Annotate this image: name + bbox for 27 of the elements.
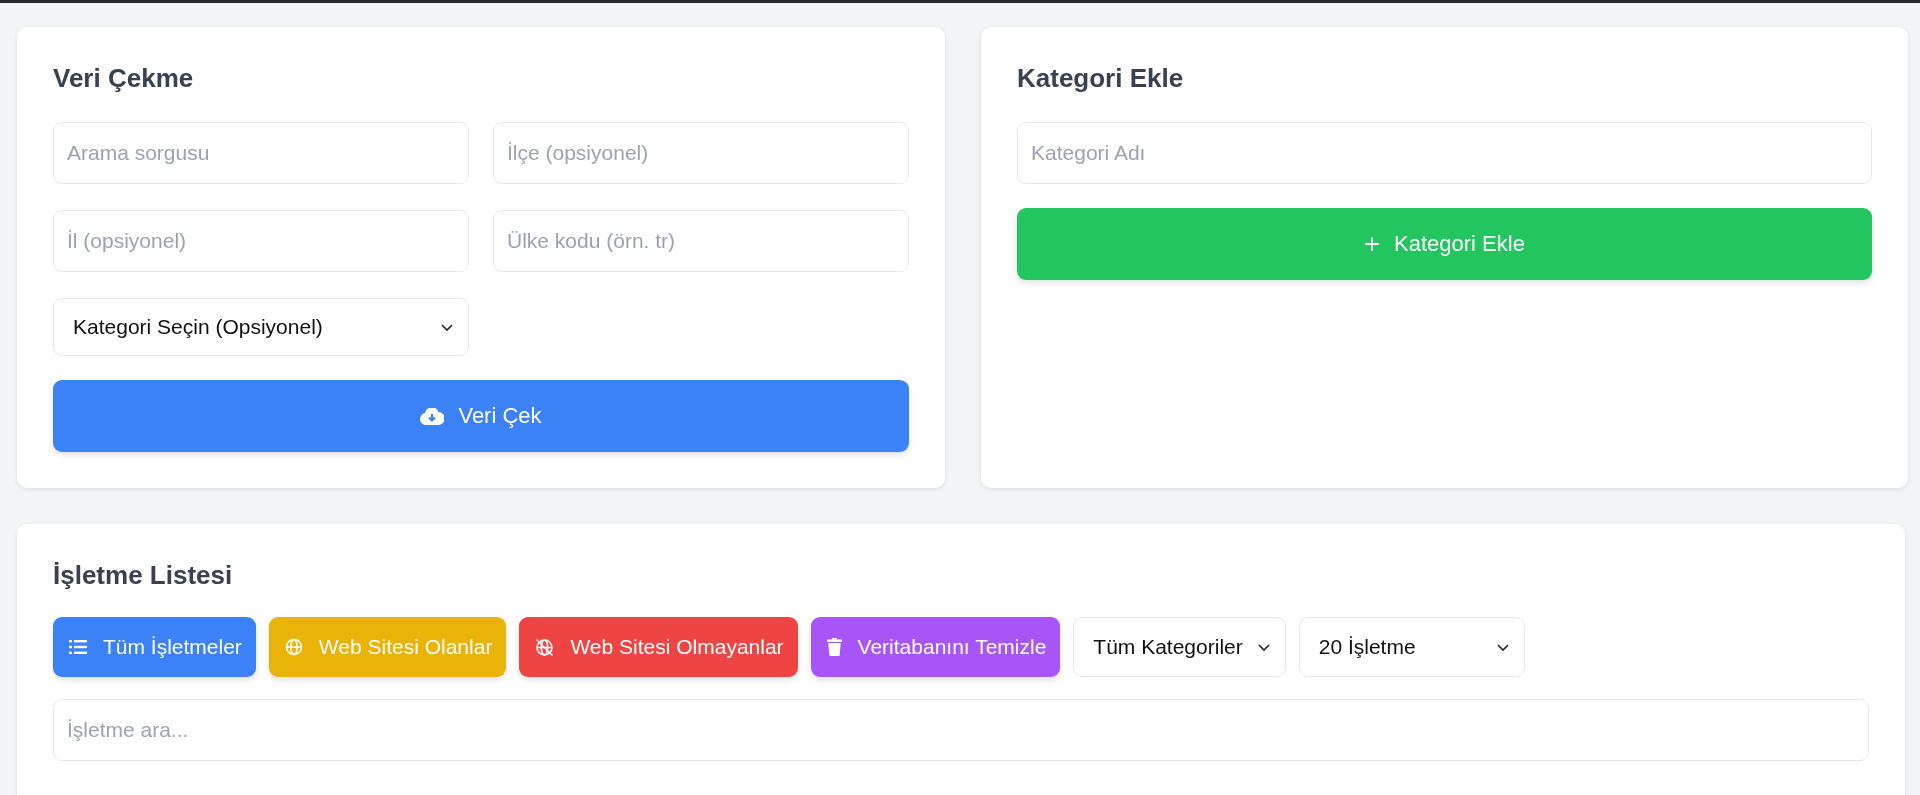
- list-icon: [69, 640, 87, 654]
- input-field[interactable]: Ülke kodu (örn. tr): [493, 210, 909, 272]
- panel-title: İşletme Listesi: [53, 560, 234, 591]
- filter-select[interactable]: 20 İşletme: [1298, 617, 1525, 677]
- globe-slash-icon: [535, 637, 555, 657]
- filter-button[interactable]: Veritabanını Temizle: [810, 617, 1061, 677]
- search-field[interactable]: İşletme ara...: [53, 699, 1869, 761]
- input-field[interactable]: İlçe (opsiyonel): [493, 122, 909, 184]
- input-field[interactable]: İl (opsiyonel): [53, 210, 469, 272]
- filter-select[interactable]: Tüm Kategoriler: [1073, 617, 1286, 677]
- filter-button[interactable]: Web Sitesi Olmayanlar: [519, 617, 798, 677]
- panel-title: Veri Çekme: [53, 63, 195, 94]
- input-field[interactable]: Kategori Adı: [1017, 122, 1872, 184]
- filter-button[interactable]: Web Sitesi Olanlar: [268, 617, 507, 677]
- chevron-icon: [1256, 642, 1271, 652]
- add-category-button[interactable]: Kategori Ekle: [1017, 208, 1872, 280]
- plus-icon: [1364, 236, 1381, 252]
- cloud-download-icon: [420, 407, 445, 425]
- fetch-button[interactable]: Veri Çek: [53, 380, 909, 452]
- input-field[interactable]: Arama sorgusu: [53, 122, 469, 184]
- panel-title: Kategori Ekle: [1017, 63, 1185, 94]
- globe-icon: [284, 638, 303, 656]
- trash-icon: [826, 638, 842, 656]
- chevron-icon: [1495, 642, 1510, 652]
- chevron-icon: [440, 322, 454, 332]
- filter-button[interactable]: Tüm İşletmeler: [53, 617, 256, 677]
- category-select[interactable]: Kategori Seçin (Opsiyonel): [53, 298, 469, 356]
